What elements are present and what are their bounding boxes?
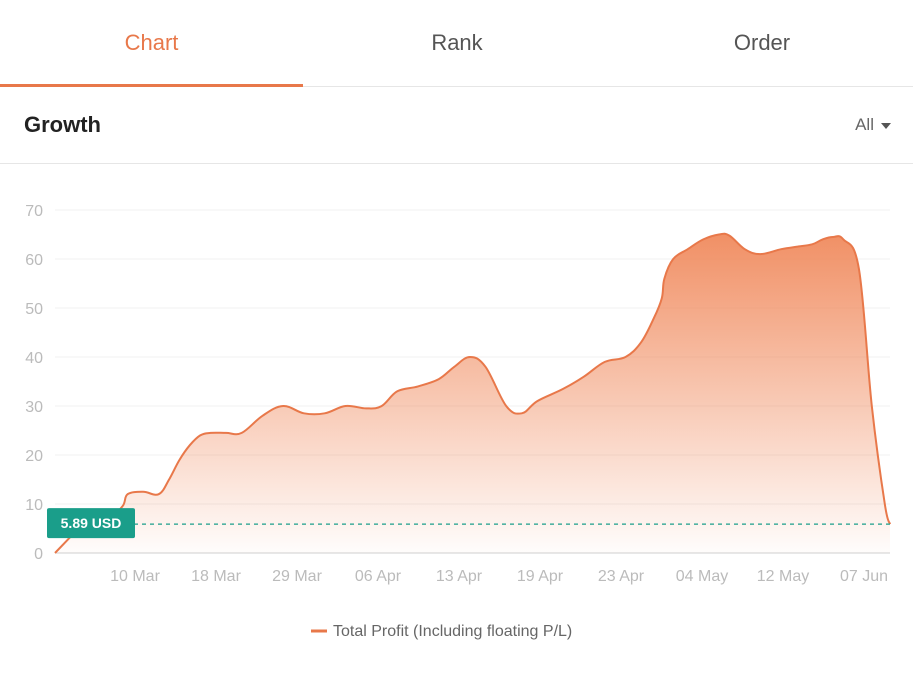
x-tick-label: 07 Jun [840, 568, 888, 585]
reference-label: 5.89 USD [61, 515, 122, 531]
range-value: All [855, 115, 874, 134]
x-tick-label: 10 Mar [110, 568, 160, 585]
x-tick-label: 18 Mar [191, 568, 241, 585]
y-tick-label: 70 [25, 203, 43, 220]
caret-down-icon [881, 123, 891, 129]
x-tick-label: 04 May [676, 568, 728, 585]
y-tick-label: 20 [25, 448, 43, 465]
y-tick-label: 10 [25, 497, 43, 514]
profit-area [55, 233, 890, 553]
tab-order[interactable]: Order [611, 0, 913, 86]
chart-area: 5.89 USD 0 10 20 30 40 50 60 70 10 Mar 18 Mar 29 … [0, 164, 913, 673]
x-tick-label: 23 Apr [598, 568, 645, 585]
range-dropdown[interactable]: All [855, 115, 891, 135]
reference-badge: 5.89 USD [47, 508, 135, 539]
tab-chart[interactable]: Chart [0, 0, 303, 87]
y-tick-label: 50 [25, 301, 43, 318]
y-tick-label: 30 [25, 399, 43, 416]
x-tick-label: 12 May [757, 568, 809, 585]
tab-rank[interactable]: Rank [303, 0, 611, 86]
legend-label: Total Profit (Including floating P/L) [333, 623, 572, 640]
y-tick-label: 40 [25, 350, 43, 367]
tab-bar: Chart Rank Order [0, 0, 913, 87]
growth-chart: 5.89 USD 0 10 20 30 40 50 60 70 10 Mar 18 Mar 29 … [25, 203, 891, 640]
section-title: Growth [24, 112, 101, 137]
x-tick-label: 06 Apr [355, 568, 402, 585]
legend[interactable]: Total Profit (Including floating P/L) [311, 623, 572, 640]
x-tick-label: 29 Mar [272, 568, 322, 585]
y-tick-label: 60 [25, 252, 43, 269]
y-tick-label: 0 [34, 546, 43, 563]
x-tick-label: 13 Apr [436, 568, 483, 585]
section-header: Growth All [0, 87, 913, 164]
x-tick-label: 19 Apr [517, 568, 564, 585]
